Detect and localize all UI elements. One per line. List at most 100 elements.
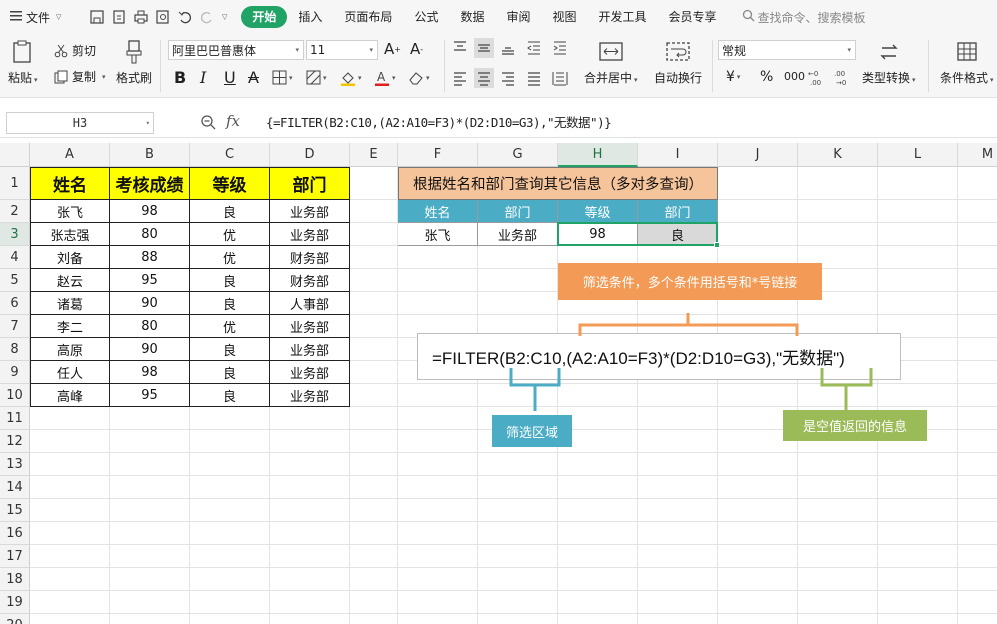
fx-icon[interactable]: fx bbox=[226, 112, 240, 130]
distribute-button[interactable] bbox=[552, 70, 568, 86]
currency-button[interactable]: ¥ ▾ bbox=[726, 69, 740, 85]
align-middle-icon bbox=[476, 40, 492, 56]
cut-button[interactable]: 剪切 bbox=[54, 42, 96, 59]
spreadsheet-grid[interactable]: ABCDEFGHIJKLM 1 2 3 4 5 6 7 8 9 10 11 12 13 14 15 16 17 1… bbox=[0, 143, 997, 624]
svg-text:.00: .00 bbox=[834, 70, 845, 78]
increase-decimal-button[interactable]: ←0.00 bbox=[808, 68, 826, 86]
svg-text:A: A bbox=[377, 70, 386, 84]
align-bottom-icon bbox=[500, 40, 516, 56]
thousands-button[interactable]: 000 bbox=[784, 70, 805, 83]
decrease-decimal-button[interactable]: .00 →0 bbox=[834, 68, 852, 86]
wrap-text-label: 自动换行 bbox=[654, 71, 703, 85]
distribute-icon bbox=[552, 70, 568, 86]
hamburger-icon bbox=[10, 10, 22, 24]
wrap-text-button[interactable]: 自动换行 bbox=[654, 40, 702, 86]
font-size-select[interactable]: 11 ▾ bbox=[306, 40, 378, 60]
export-pdf-icon[interactable] bbox=[110, 8, 128, 26]
format-painter-label: 格式刷 bbox=[116, 71, 153, 85]
font-name-select[interactable]: 阿里巴巴普惠体 ▾ bbox=[168, 40, 304, 60]
align-bottom-button[interactable] bbox=[500, 40, 516, 56]
font-name-value: 阿里巴巴普惠体 bbox=[172, 43, 257, 58]
merge-cells-icon bbox=[598, 40, 624, 67]
tab-view[interactable]: 视图 bbox=[541, 6, 587, 28]
paste-label: 粘贴 bbox=[8, 71, 33, 85]
redo-icon[interactable] bbox=[198, 8, 216, 26]
align-right-icon bbox=[500, 70, 516, 86]
convert-icon bbox=[877, 40, 901, 67]
merge-center-button[interactable]: 合并居中 ▾ bbox=[584, 40, 638, 86]
wrap-text-icon bbox=[665, 40, 691, 67]
type-convert-button[interactable]: 类型转换 ▾ bbox=[862, 40, 916, 86]
undo-icon[interactable] bbox=[176, 8, 194, 26]
number-format-select[interactable]: 常规 ▾ bbox=[718, 40, 856, 60]
justify-button[interactable] bbox=[526, 70, 542, 86]
zoom-icon[interactable] bbox=[200, 114, 216, 133]
conditional-format-label: 条件格式 bbox=[940, 71, 989, 85]
underline-button[interactable]: U bbox=[224, 68, 236, 87]
tab-member[interactable]: 会员专享 bbox=[658, 6, 728, 28]
range-note-box: 筛选区域 bbox=[492, 415, 572, 447]
menu-tabs: 开始 插入 页面布局 公式 数据 审阅 视图 开发工具 会员专享 bbox=[241, 6, 727, 28]
align-top-icon bbox=[452, 40, 468, 56]
borders-button[interactable]: ▾ bbox=[272, 70, 293, 85]
tab-data[interactable]: 数据 bbox=[449, 6, 495, 28]
customize-qa-icon[interactable]: ▽ bbox=[222, 13, 227, 21]
empty-note-box: 是空值返回的信息 bbox=[783, 410, 927, 441]
range-note-text: 筛选区域 bbox=[505, 425, 558, 441]
tab-insert[interactable]: 插入 bbox=[287, 6, 333, 28]
currency-label: ¥ bbox=[726, 69, 735, 85]
number-format-value: 常规 bbox=[722, 43, 747, 58]
align-middle-button[interactable] bbox=[474, 38, 494, 58]
bold-button[interactable]: B bbox=[174, 68, 186, 87]
search-icon bbox=[742, 9, 755, 25]
fill-pattern-button[interactable]: ▾ bbox=[306, 70, 327, 85]
save-icon[interactable] bbox=[88, 8, 106, 26]
align-right-button[interactable] bbox=[500, 70, 516, 86]
name-box-value: H3 bbox=[72, 116, 88, 130]
svg-text:→0: →0 bbox=[836, 79, 846, 86]
chevron-down-icon: ▽ bbox=[56, 13, 62, 21]
command-search[interactable]: 查找命令、搜索模板 bbox=[742, 9, 866, 26]
type-convert-label: 类型转换 bbox=[862, 71, 911, 85]
tab-page-layout[interactable]: 页面布局 bbox=[333, 6, 403, 28]
paste-button[interactable]: 粘贴 ▾ bbox=[8, 40, 38, 86]
svg-text:←0: ←0 bbox=[808, 70, 818, 78]
copy-label: 复制 bbox=[72, 70, 97, 84]
ribbon: 粘贴 ▾ 剪切 复制 ▾ 格式刷 阿里巴巴普惠体 ▾ 11 ▾ A + A- B I U … bbox=[0, 34, 997, 98]
menu-bar: 文件 ▽ ▽ 开始 插入 页面布局 公式 数据 审阅 视图 开发工具 会员专享 … bbox=[0, 0, 997, 34]
tab-home[interactable]: 开始 bbox=[241, 6, 288, 28]
tab-review[interactable]: 审阅 bbox=[495, 6, 541, 28]
italic-button[interactable]: I bbox=[200, 68, 206, 87]
increase-indent-button[interactable] bbox=[552, 40, 568, 56]
eraser-icon bbox=[408, 70, 424, 85]
paintbrush-icon bbox=[124, 40, 144, 67]
formula-input[interactable]: {=FILTER(B2:C10,(A2:A10=F3)*(D2:D10=G3),… bbox=[266, 112, 612, 134]
decrease-font-button[interactable]: A- bbox=[410, 40, 423, 58]
clear-format-button[interactable]: ▾ bbox=[408, 70, 430, 85]
copy-button[interactable]: 复制 ▾ bbox=[54, 68, 106, 85]
print-preview-icon[interactable] bbox=[154, 8, 172, 26]
align-left-button[interactable] bbox=[452, 70, 468, 86]
cut-label: 剪切 bbox=[72, 44, 97, 58]
tab-formulas[interactable]: 公式 bbox=[403, 6, 449, 28]
print-icon[interactable] bbox=[132, 8, 150, 26]
fill-color-button[interactable]: ▾ bbox=[340, 70, 362, 86]
format-painter-button[interactable]: 格式刷 bbox=[116, 40, 152, 86]
empty-note-text: 是空值返回的信息 bbox=[802, 420, 907, 435]
svg-text:.00: .00 bbox=[810, 79, 821, 86]
name-box[interactable]: H3 ▾ bbox=[6, 112, 154, 134]
font-color-icon: A bbox=[374, 70, 390, 86]
decrease-indent-button[interactable] bbox=[526, 40, 542, 56]
justify-icon bbox=[526, 70, 542, 86]
increase-font-button[interactable]: A + bbox=[384, 40, 401, 58]
file-menu[interactable]: 文件 ▽ bbox=[0, 9, 84, 26]
align-center-button[interactable] bbox=[474, 68, 494, 88]
align-top-button[interactable] bbox=[452, 40, 468, 56]
font-size-value: 11 bbox=[310, 43, 326, 57]
conditional-format-button[interactable]: 条件格式 ▾ bbox=[940, 40, 994, 86]
font-color-button[interactable]: A ▾ bbox=[374, 70, 396, 86]
strikethrough-button[interactable]: A bbox=[248, 68, 259, 87]
tab-developer[interactable]: 开发工具 bbox=[588, 6, 658, 28]
percent-button[interactable]: % bbox=[760, 69, 773, 85]
outdent-icon bbox=[526, 40, 542, 56]
